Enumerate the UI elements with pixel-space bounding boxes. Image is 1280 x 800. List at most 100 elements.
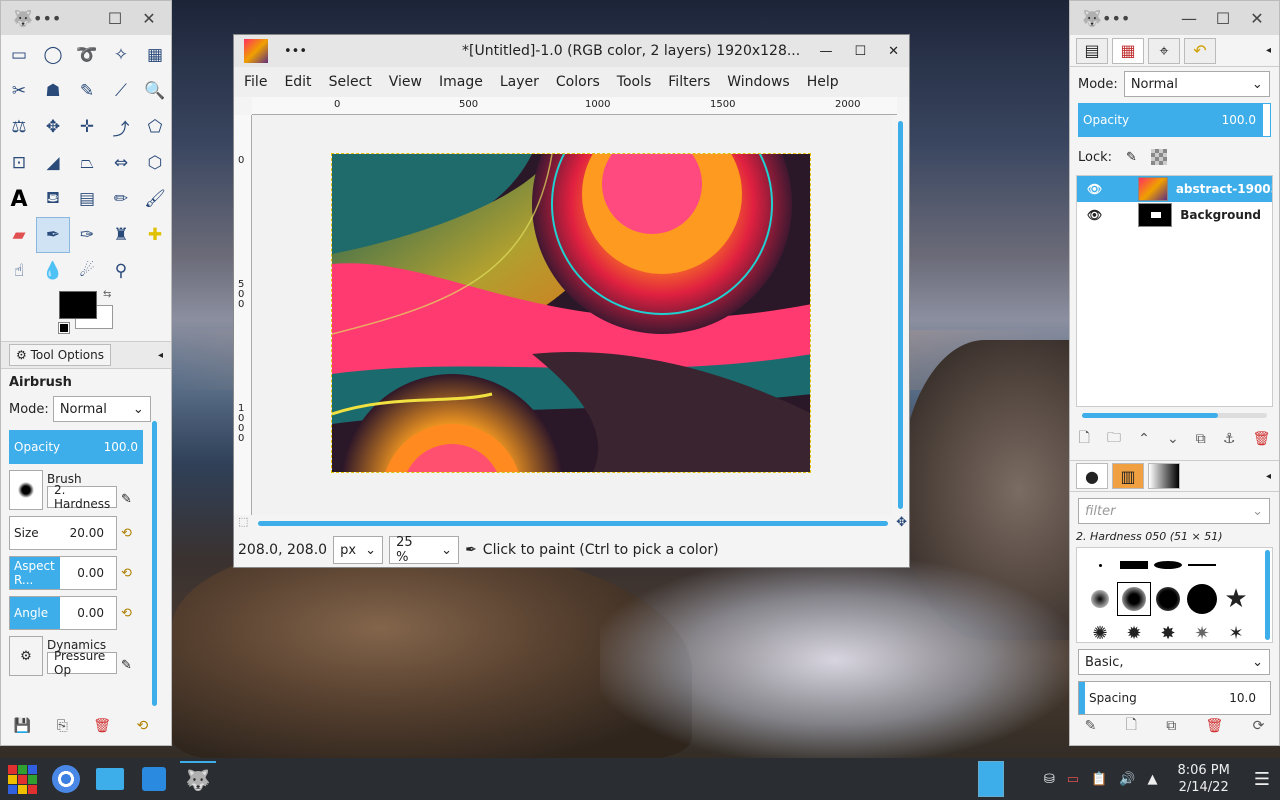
cage-icon[interactable]: ⬡	[138, 145, 172, 181]
tray-expand-icon[interactable]: ▲	[1147, 772, 1157, 787]
bucket-fill-icon[interactable]: ⛾	[36, 181, 70, 217]
usb-icon[interactable]: ⛁	[1044, 772, 1055, 787]
menu-file[interactable]: File	[244, 74, 267, 90]
menu-layer[interactable]: Layer	[500, 74, 539, 90]
horizontal-ruler[interactable]: 0 500 1000 1500 2000	[252, 97, 897, 115]
vertical-scrollbar[interactable]	[898, 121, 903, 509]
configure-tab-icon[interactable]: ◂	[1266, 471, 1271, 482]
maximize-icon[interactable]: ☐	[105, 9, 125, 28]
delete-layer-icon[interactable]: 🗑	[1253, 431, 1271, 447]
new-layer-icon[interactable]: 🗋	[1079, 427, 1090, 451]
crop-icon[interactable]: ⊡	[2, 145, 36, 181]
transform-icon[interactable]: ⬠	[138, 109, 172, 145]
delete-brush-icon[interactable]: 🗑	[1206, 718, 1224, 734]
opacity-slider[interactable]: Opacity 100.0	[9, 430, 143, 464]
quick-mask-icon[interactable]: ⬚	[238, 515, 248, 528]
menu-image[interactable]: Image	[439, 74, 483, 90]
menu-view[interactable]: View	[389, 74, 422, 90]
reset-options-icon[interactable]: ⟲	[137, 718, 149, 734]
chromium-icon[interactable]	[48, 761, 84, 797]
file-manager-icon[interactable]	[92, 761, 128, 797]
menu-filters[interactable]: Filters	[668, 74, 710, 90]
new-brush-icon[interactable]: 🗋	[1126, 714, 1137, 738]
menu-edit[interactable]: Edit	[284, 74, 311, 90]
ellipse-select-icon[interactable]: ◯	[36, 37, 70, 73]
dynamics-preview[interactable]: ⚙	[9, 636, 43, 676]
undo-tab-icon[interactable]: ↶	[1184, 37, 1216, 64]
app-launcher-icon[interactable]	[4, 761, 40, 797]
store-icon[interactable]	[136, 761, 172, 797]
zoom-select[interactable]: 25 % ⌄	[389, 535, 460, 565]
warp-icon[interactable]: ⤴	[104, 109, 138, 145]
brush-set-select[interactable]: Basic, ⌄	[1078, 649, 1270, 675]
configure-tab-icon[interactable]: ◂	[1266, 45, 1271, 56]
clock[interactable]: 8:06 PM 2/14/22	[1177, 762, 1229, 796]
unit-select[interactable]: px ⌄	[333, 536, 384, 564]
brush-filter-input[interactable]: filter ⌄	[1078, 498, 1270, 524]
canvas-area[interactable]	[252, 115, 892, 515]
ink-icon[interactable]: ✑	[70, 217, 104, 253]
configure-tab-icon[interactable]: ◂	[158, 350, 163, 361]
navigate-icon[interactable]: ✥	[896, 515, 907, 530]
patterns-tab-icon[interactable]: ▥	[1112, 463, 1144, 489]
mypaint-icon[interactable]: ⚲	[104, 253, 138, 289]
horizontal-scrollbar[interactable]	[258, 521, 888, 526]
reset-angle-icon[interactable]: ⟲	[121, 606, 132, 621]
paths-tab-icon[interactable]: ⌖	[1148, 37, 1180, 64]
raise-layer-icon[interactable]: ⌃	[1138, 431, 1150, 447]
perspective-icon[interactable]: ⏢	[70, 145, 104, 181]
paintbrush-icon[interactable]: 🖌	[138, 181, 172, 217]
lock-alpha-icon[interactable]	[1150, 149, 1167, 165]
desktop-pager[interactable]	[977, 761, 1004, 797]
default-colors-icon[interactable]	[58, 322, 70, 334]
zoom-icon[interactable]: 🔍	[138, 73, 172, 109]
delete-options-icon[interactable]: 🗑	[93, 718, 111, 734]
more-icon[interactable]: •••	[1102, 9, 1130, 28]
edit-brush-icon[interactable]: ✎	[1085, 718, 1097, 734]
gradients-tab-icon[interactable]	[1148, 463, 1180, 489]
lasso-icon[interactable]: ➰	[70, 37, 104, 73]
duplicate-brush-icon[interactable]: ⧉	[1166, 718, 1176, 734]
eraser-icon[interactable]: ▰	[2, 217, 36, 253]
more-icon[interactable]: •••	[284, 44, 307, 59]
layers-hscrollbar[interactable]	[1082, 413, 1267, 418]
duplicate-layer-icon[interactable]: ⧉	[1196, 431, 1206, 447]
gradient-icon[interactable]: ▤	[70, 181, 104, 217]
more-icon[interactable]: •••	[33, 9, 61, 28]
image-canvas[interactable]	[331, 153, 811, 473]
edit-brush-icon[interactable]: ✎	[121, 492, 132, 507]
new-group-icon[interactable]: 🗀	[1107, 427, 1121, 451]
spacing-slider[interactable]: Spacing 10.0	[1078, 681, 1271, 715]
brush-item[interactable]	[1083, 548, 1117, 582]
angle-slider[interactable]: Angle 0.00	[9, 596, 117, 630]
minimize-icon[interactable]: —	[819, 44, 832, 59]
brush-item[interactable]	[1219, 548, 1253, 582]
restore-options-icon[interactable]: ⎘	[57, 718, 68, 734]
foreground-select-icon[interactable]: ☗	[36, 73, 70, 109]
foreground-color-swatch[interactable]	[59, 291, 97, 319]
lock-pixels-icon[interactable]: ✎	[1126, 150, 1137, 165]
brush-item[interactable]	[1185, 548, 1219, 582]
rect-select-icon[interactable]: ▭	[2, 37, 36, 73]
close-icon[interactable]: ✕	[139, 9, 159, 28]
eye-icon[interactable]: 👁	[1087, 208, 1102, 222]
refresh-brushes-icon[interactable]: ⟳	[1253, 718, 1265, 734]
color-picker-icon[interactable]: ⟋	[104, 73, 138, 109]
brush-preview[interactable]	[9, 470, 43, 510]
tool-options-scrollbar[interactable]	[152, 421, 157, 706]
brush-item[interactable]: ✶	[1219, 616, 1253, 650]
size-slider[interactable]: Size 20.00	[9, 516, 117, 550]
brush-item[interactable]: ✷	[1185, 616, 1219, 650]
dynamics-name-field[interactable]: Pressure Op	[47, 649, 117, 677]
layer-item[interactable]: 👁 Background	[1077, 202, 1272, 228]
move-icon[interactable]: ✥	[36, 109, 70, 145]
minimize-icon[interactable]: —	[1179, 9, 1199, 28]
brush-item[interactable]	[1083, 582, 1117, 616]
brush-item[interactable]	[1117, 548, 1151, 582]
paths-icon[interactable]: ✎	[70, 73, 104, 109]
rotate-icon[interactable]: ◢	[36, 145, 70, 181]
text-icon[interactable]: A	[2, 181, 36, 217]
channels-tab-icon[interactable]: ▦	[1112, 37, 1144, 64]
scissors-icon[interactable]: ✂	[2, 73, 36, 109]
lower-layer-icon[interactable]: ⌄	[1167, 431, 1179, 447]
